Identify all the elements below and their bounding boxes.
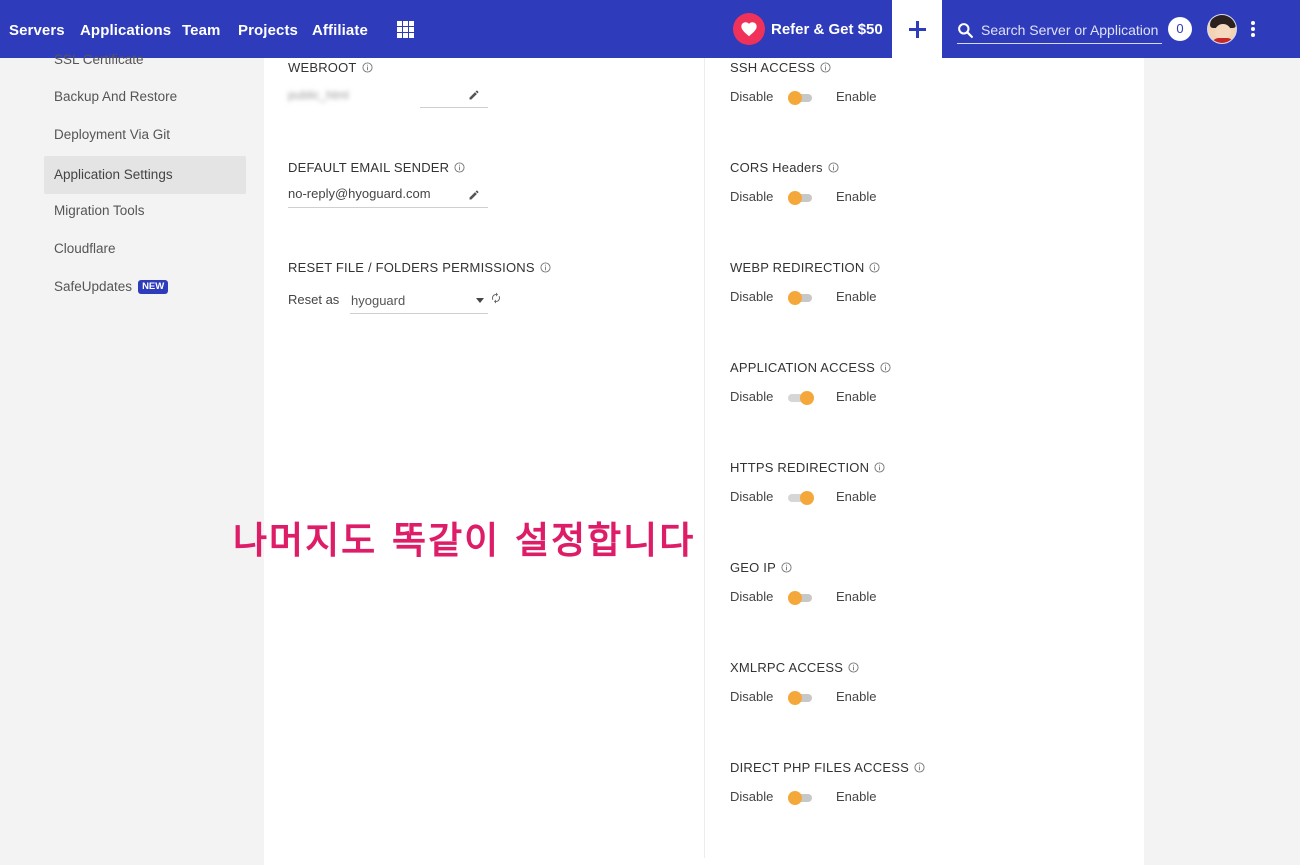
nav-projects[interactable]: Projects <box>238 22 298 39</box>
sidebar-item-backup-and-restore[interactable]: Backup And Restore <box>44 78 246 116</box>
info-icon[interactable] <box>828 162 839 173</box>
webroot-field[interactable] <box>420 82 488 108</box>
reset-user-select[interactable]: hyoguard <box>350 288 488 314</box>
new-badge: NEW <box>138 280 169 295</box>
disable-label[interactable]: Disable <box>730 489 773 504</box>
disable-label[interactable]: Disable <box>730 289 773 304</box>
heart-icon <box>733 13 765 45</box>
sidebar-item-label: SafeUpdates <box>54 279 133 294</box>
disable-label[interactable]: Disable <box>730 589 773 604</box>
disable-label[interactable]: Disable <box>730 789 773 804</box>
application-settings-card: WEBROOT public_html DEFAULT EMAIL SENDER… <box>264 58 1144 865</box>
xmlrpc-access-toggle[interactable] <box>788 691 812 705</box>
disable-label[interactable]: Disable <box>730 689 773 704</box>
column-divider <box>704 58 705 858</box>
reset-permissions-label: RESET FILE / FOLDERS PERMISSIONS <box>288 260 551 275</box>
caret-down-icon <box>476 298 484 303</box>
enable-label[interactable]: Enable <box>836 489 876 504</box>
enable-label[interactable]: Enable <box>836 89 876 104</box>
sidebar-item-safeupdates[interactable]: SafeUpdates NEW <box>44 268 246 306</box>
email-sender-field[interactable]: no-reply@hyoguard.com <box>288 182 488 208</box>
add-button[interactable] <box>892 0 942 58</box>
cors-headers-label: CORS Headers <box>730 160 839 175</box>
reset-user-value: hyoguard <box>351 293 406 308</box>
disable-label[interactable]: Disable <box>730 89 773 104</box>
search-input[interactable] <box>981 19 1161 41</box>
sidebar-item-deployment-via-git[interactable]: Deployment Via Git <box>44 116 246 154</box>
enable-label[interactable]: Enable <box>836 789 876 804</box>
sidebar: SSL Certificate Backup And Restore Deplo… <box>0 53 264 865</box>
info-icon[interactable] <box>781 562 792 573</box>
info-icon[interactable] <box>540 262 551 273</box>
ssh-access-label: SSH ACCESS <box>730 60 831 75</box>
webp-redirection-toggle[interactable] <box>788 291 812 305</box>
enable-label[interactable]: Enable <box>836 689 876 704</box>
info-icon[interactable] <box>914 762 925 773</box>
application-access-toggle[interactable] <box>788 391 814 405</box>
info-icon[interactable] <box>362 62 373 73</box>
email-sender-label: DEFAULT EMAIL SENDER <box>288 160 465 175</box>
cors-headers-toggle[interactable] <box>788 191 812 205</box>
webroot-value: public_html <box>288 88 349 102</box>
webroot-label: WEBROOT <box>288 60 373 75</box>
disable-label[interactable]: Disable <box>730 189 773 204</box>
sidebar-item-application-settings[interactable]: Application Settings <box>44 156 246 194</box>
info-icon[interactable] <box>869 262 880 273</box>
geo-ip-label: GEO IP <box>730 560 792 575</box>
info-icon[interactable] <box>880 362 891 373</box>
info-icon[interactable] <box>848 662 859 673</box>
enable-label[interactable]: Enable <box>836 289 876 304</box>
xmlrpc-access-label: XMLRPC ACCESS <box>730 660 859 675</box>
ssh-access-toggle[interactable] <box>788 91 812 105</box>
sidebar-item-migration-tools[interactable]: Migration Tools <box>44 192 246 230</box>
nav-servers[interactable]: Servers <box>9 22 65 39</box>
pencil-icon[interactable] <box>468 89 480 101</box>
geo-ip-toggle[interactable] <box>788 591 812 605</box>
https-redirection-toggle[interactable] <box>788 491 814 505</box>
sidebar-item-ssl-certificate[interactable]: SSL Certificate <box>44 53 246 67</box>
nav-affiliate[interactable]: Affiliate <box>312 22 368 39</box>
pencil-icon[interactable] <box>468 189 480 201</box>
top-navigation: Servers Applications Team Projects Affil… <box>0 0 1300 58</box>
user-avatar[interactable] <box>1207 14 1237 44</box>
nav-team[interactable]: Team <box>182 22 220 39</box>
application-access-label: APPLICATION ACCESS <box>730 360 891 375</box>
enable-label[interactable]: Enable <box>836 589 876 604</box>
more-menu-icon[interactable] <box>1249 21 1257 39</box>
nav-applications[interactable]: Applications <box>80 22 171 39</box>
info-icon[interactable] <box>874 462 885 473</box>
webp-redirection-label: WEBP REDIRECTION <box>730 260 880 275</box>
enable-label[interactable]: Enable <box>836 189 876 204</box>
search-icon <box>958 23 973 38</box>
apps-grid-icon[interactable] <box>397 21 414 38</box>
refer-label: Refer & Get $50 <box>771 21 883 38</box>
info-icon[interactable] <box>820 62 831 73</box>
sidebar-item-cloudflare[interactable]: Cloudflare <box>44 230 246 268</box>
disable-label[interactable]: Disable <box>730 389 773 404</box>
instruction-annotation: 나머지도 똑같이 설정합니다 <box>233 519 696 562</box>
search-bar[interactable] <box>957 18 1162 44</box>
refresh-icon[interactable] <box>490 292 502 304</box>
direct-php-files-access-label: DIRECT PHP FILES ACCESS <box>730 760 925 775</box>
reset-as-label: Reset as <box>288 292 340 307</box>
info-icon[interactable] <box>454 162 465 173</box>
https-redirection-label: HTTPS REDIRECTION <box>730 460 885 475</box>
enable-label[interactable]: Enable <box>836 389 876 404</box>
email-sender-value: no-reply@hyoguard.com <box>288 186 431 201</box>
notification-count-badge[interactable]: 0 <box>1168 17 1192 41</box>
direct-php-files-access-toggle[interactable] <box>788 791 812 805</box>
